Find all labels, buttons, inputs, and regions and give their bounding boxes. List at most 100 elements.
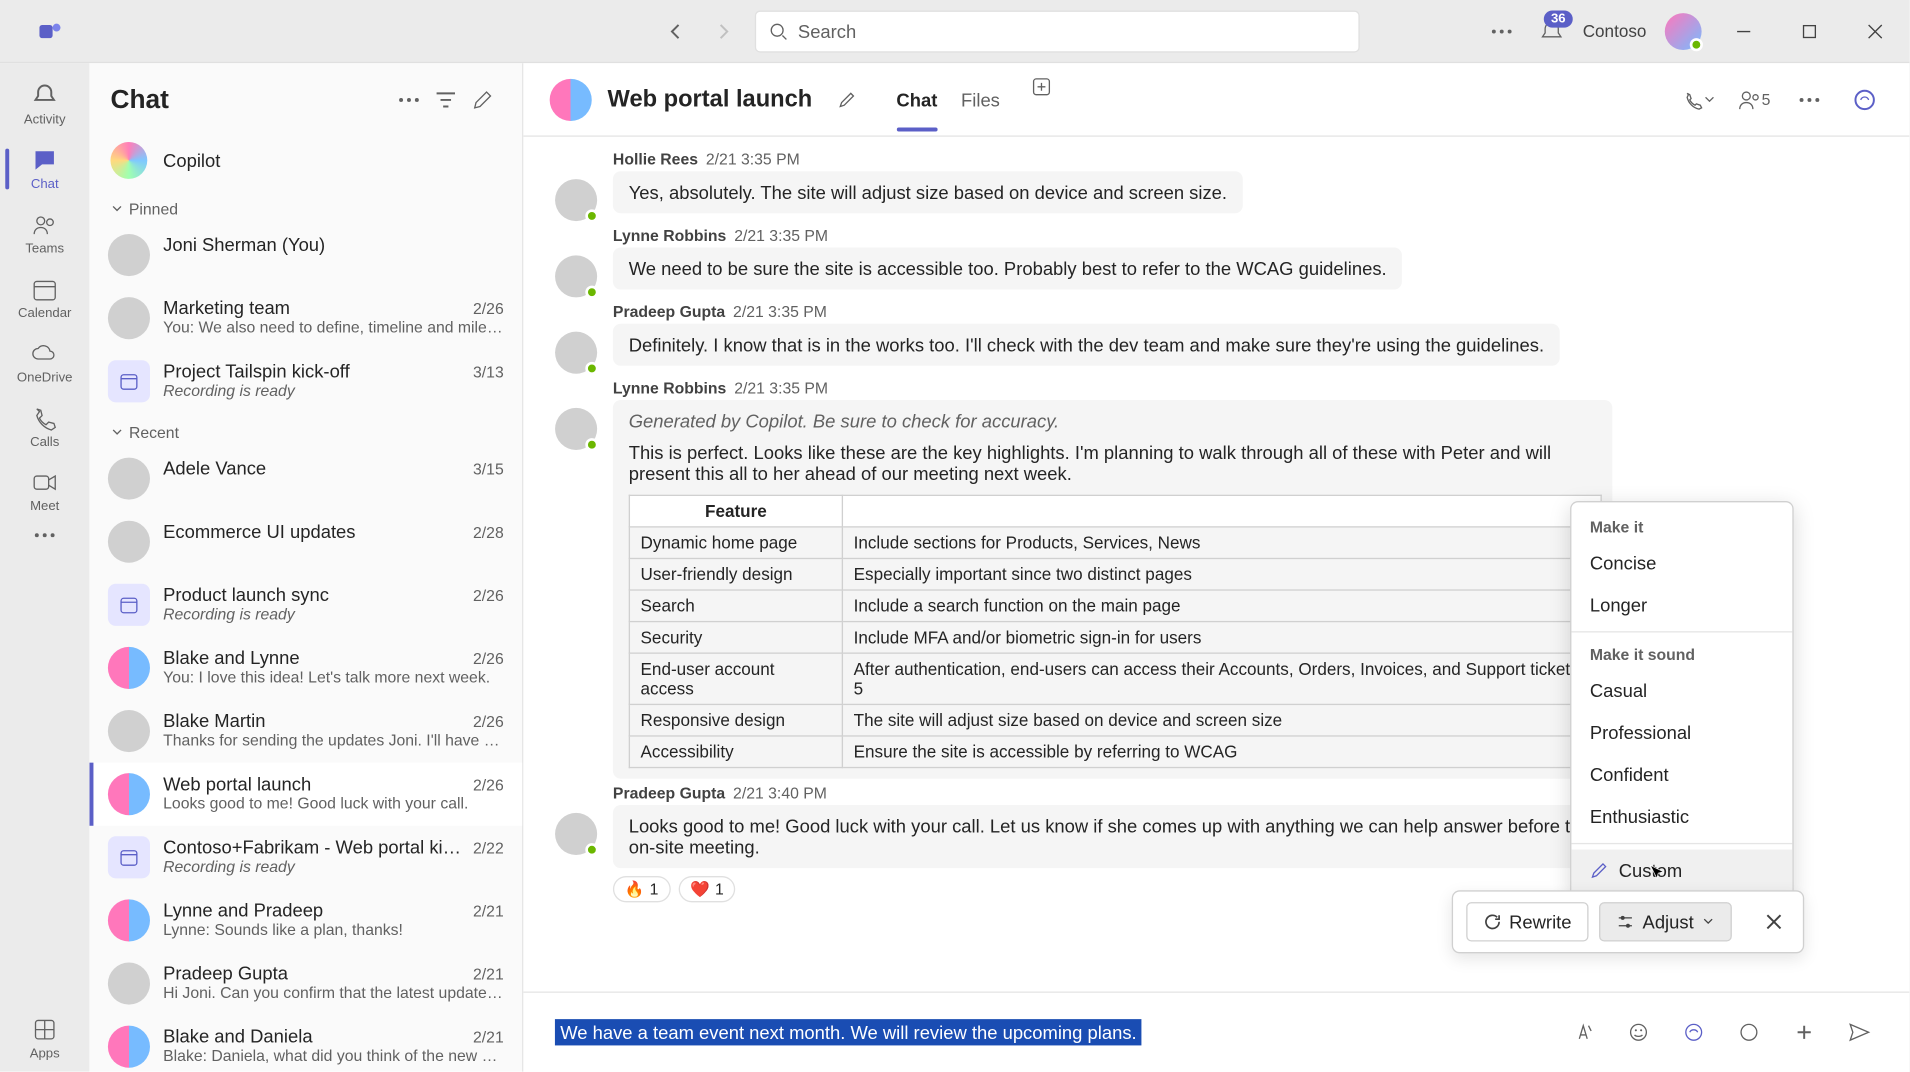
chat-item-title: Joni Sherman (You) [163,234,325,255]
chat-list-item[interactable]: Blake Martin 2/26 Thanks for sending the … [89,700,522,763]
chat-list-item[interactable]: Marketing team2/26 You: We also need to … [89,287,522,350]
menu-item-longer[interactable]: Longer [1571,584,1792,626]
maximize-button[interactable] [1786,10,1833,52]
message: Pradeep Gupta2/21 3:35 PM Definitely. I … [555,302,1878,373]
menu-item-concise[interactable]: Concise [1571,542,1792,584]
sliders-icon [1616,913,1634,931]
rail-teams[interactable]: Teams [5,203,84,265]
search-placeholder: Search [798,20,856,41]
tab-files[interactable]: Files [961,68,1000,131]
close-icon [1765,913,1783,931]
activity-indicator[interactable]: 36 [1538,18,1564,44]
filter-button[interactable] [427,82,464,119]
chat-item-preview: Blake: Daniela, what did you think of th… [163,1047,504,1065]
chat-item-date: 2/28 [473,523,504,541]
copilot-icon [1683,1022,1704,1043]
chat-item-title: Blake Martin [163,710,265,731]
chat-item-avatar [108,963,150,1005]
bell-icon [30,82,59,111]
chat-item-date: 2/26 [473,713,504,731]
phone-icon [30,404,59,433]
chat-list-item[interactable]: Ecommerce UI updates2/28 [89,510,522,573]
minimize-button[interactable] [1720,10,1767,52]
loop-button[interactable] [1731,1014,1768,1051]
rail-onedrive[interactable]: OneDrive [5,331,84,393]
message-bubble: Looks good to me! Good luck with your ca… [613,805,1612,868]
chat-options-button[interactable] [391,82,428,119]
chat-icon [30,146,59,175]
people-button[interactable]: 5 [1736,81,1773,118]
chat-item-avatar [108,773,150,815]
message-meta: Lynne Robbins2/21 3:35 PM [613,226,1878,244]
chat-item-preview: Hi Joni. Can you confirm that the latest… [163,984,504,1002]
chat-item-avatar [108,458,150,500]
search-input[interactable]: Search [755,10,1360,52]
new-chat-button[interactable] [464,82,501,119]
chat-more-button[interactable] [1791,81,1828,118]
copilot-pane-button[interactable] [1846,81,1883,118]
rail-chat[interactable]: Chat [5,138,84,200]
copilot-chat-item[interactable]: Copilot [89,132,522,190]
chat-list-item[interactable]: Blake and Lynne2/26 You: I love this ide… [89,636,522,699]
rename-chat-button[interactable] [828,81,865,118]
message-meta: Lynne Robbins2/21 3:35 PM [613,379,1878,397]
copilot-icon [1853,87,1877,111]
rewrite-button[interactable]: Rewrite [1466,902,1589,941]
format-button[interactable] [1565,1014,1602,1051]
chat-list-item[interactable]: Web portal launch2/26 Looks good to me! … [89,763,522,826]
pinned-section-header[interactable]: Pinned [89,189,522,223]
adjust-button[interactable]: Adjust [1599,902,1732,941]
chat-list-item[interactable]: Joni Sherman (You) [89,224,522,287]
chat-list-item[interactable]: Contoso+Fabrikam - Web portal ki…2/22 Re… [89,826,522,889]
chat-list-item[interactable]: Lynne and Pradeep2/21 Lynne: Sounds like… [89,889,522,952]
search-icon [769,22,787,40]
activity-count-badge: 36 [1544,10,1572,27]
chevron-down-icon [110,203,123,216]
add-tab-button[interactable] [1024,68,1061,105]
chat-list-item[interactable]: Adele Vance3/15 [89,447,522,510]
recent-section-header[interactable]: Recent [89,413,522,447]
nav-forward-button[interactable] [707,15,739,47]
send-button[interactable] [1841,1014,1878,1051]
menu-item-casual[interactable]: Casual [1571,669,1792,711]
copilot-label: Copilot [163,150,220,171]
close-copilot-bar-button[interactable] [1758,906,1790,938]
chat-item-preview: You: We also need to define, timeline an… [163,318,504,336]
message-text: This is perfect. Looks like these are th… [629,442,1597,484]
attach-button[interactable] [1786,1014,1823,1051]
compose-input[interactable]: We have a team event next month. We will… [555,1009,1549,1056]
chat-item-title: Product launch sync [163,584,329,605]
rail-meet[interactable]: Meet [5,460,84,522]
tab-chat[interactable]: Chat [896,68,937,131]
chat-list-item[interactable]: Pradeep Gupta2/21 Hi Joni. Can you confi… [89,952,522,1015]
rail-calendar[interactable]: Calendar [5,267,84,329]
menu-item-confident[interactable]: Confident [1571,753,1792,795]
rail-calls[interactable]: Calls [5,396,84,458]
close-button[interactable] [1852,10,1899,52]
reaction-fire[interactable]: 🔥 1 [613,876,670,902]
rail-apps[interactable]: Apps [5,1007,84,1071]
menu-item-enthusiastic[interactable]: Enthusiastic [1571,796,1792,838]
chat-item-title: Blake and Daniela [163,1026,312,1047]
chat-list-item[interactable]: Blake and Daniela2/21 Blake: Daniela, wh… [89,1015,522,1072]
rail-more[interactable] [5,525,84,549]
phone-icon [1683,89,1704,110]
menu-item-professional[interactable]: Professional [1571,711,1792,753]
call-button[interactable] [1681,81,1718,118]
chat-item-preview: Thanks for sending the updates Joni. I'l… [163,731,504,749]
menu-item-custom[interactable]: Custom [1571,849,1792,891]
chat-item-date: 2/26 [473,776,504,794]
copilot-compose-button[interactable] [1675,1014,1712,1051]
chat-item-avatar [108,360,150,402]
chat-item-preview: Recording is ready [163,605,504,623]
chat-list-item[interactable]: Project Tailspin kick-off3/13 Recording … [89,350,522,413]
reaction-heart[interactable]: ❤️ 1 [678,876,735,902]
emoji-button[interactable] [1620,1014,1657,1051]
send-icon [1848,1022,1872,1043]
chat-list-item[interactable]: Product launch sync2/26 Recording is rea… [89,573,522,636]
nav-back-button[interactable] [660,15,692,47]
rail-activity[interactable]: Activity [5,74,84,136]
chat-item-date: 2/21 [473,965,504,983]
user-avatar[interactable] [1665,12,1702,49]
more-options-button[interactable] [1483,12,1520,49]
